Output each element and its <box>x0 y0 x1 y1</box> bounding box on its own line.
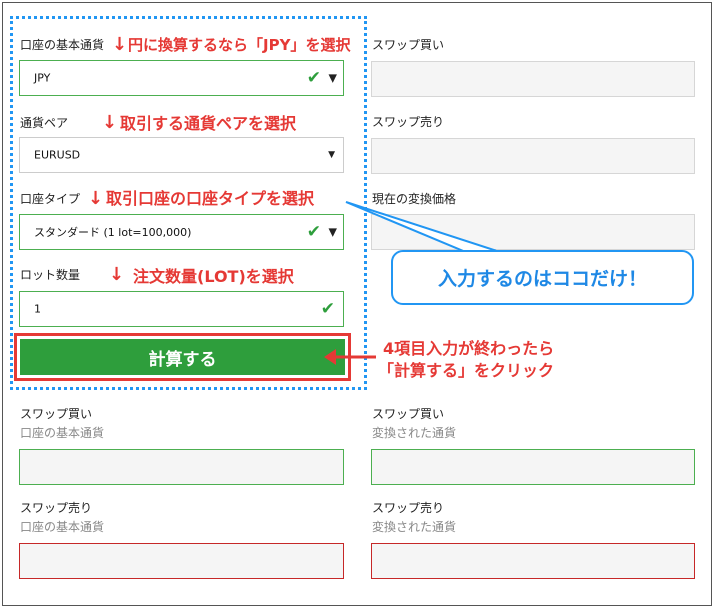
annotation-click-line1: 4項目入力が終わったら <box>383 339 555 358</box>
result-left-swap-buy-sub: 口座の基本通貨 <box>20 426 105 440</box>
result-right-swap-buy-field <box>371 449 695 485</box>
annotation-jpy: 円に換算するなら「JPY」を選択 <box>128 36 351 54</box>
callout-box: 入力するのはココだけ！ <box>391 250 694 305</box>
arrow-down-icon: ↓ <box>102 112 118 133</box>
arrow-down-icon: ↓ <box>109 264 125 285</box>
swap-buy-output <box>371 61 695 97</box>
result-left-swap-buy-field <box>19 449 344 485</box>
arrow-left-icon <box>324 349 376 365</box>
result-right-swap-sell-sub: 変換された通貨 <box>372 520 457 534</box>
arrow-down-icon: ↓ <box>88 188 104 209</box>
swap-sell-output <box>371 138 695 174</box>
result-right-swap-buy-sub: 変換された通貨 <box>372 426 457 440</box>
arrow-down-icon: ↓ <box>112 34 128 55</box>
result-right-swap-sell-field <box>371 543 695 579</box>
result-left-swap-sell-label: スワップ売り <box>20 501 93 515</box>
result-left-swap-sell-field <box>19 543 344 579</box>
right-swap-sell-label: スワップ売り <box>372 115 445 129</box>
result-right-swap-sell-label: スワップ売り <box>372 501 445 515</box>
annotation-pair: 取引する通貨ペアを選択 <box>120 114 297 133</box>
result-left-swap-sell-sub: 口座の基本通貨 <box>20 520 105 534</box>
result-left-swap-buy-label: スワップ買い <box>20 407 93 421</box>
right-swap-buy-label: スワップ買い <box>372 38 445 52</box>
annotation-account-type: 取引口座の口座タイプを選択 <box>106 189 315 208</box>
annotation-click-line2: 「計算する」をクリック <box>378 361 555 380</box>
annotation-lot: 注文数量(LOT)を選択 <box>133 267 294 286</box>
result-right-swap-buy-label: スワップ買い <box>372 407 445 421</box>
